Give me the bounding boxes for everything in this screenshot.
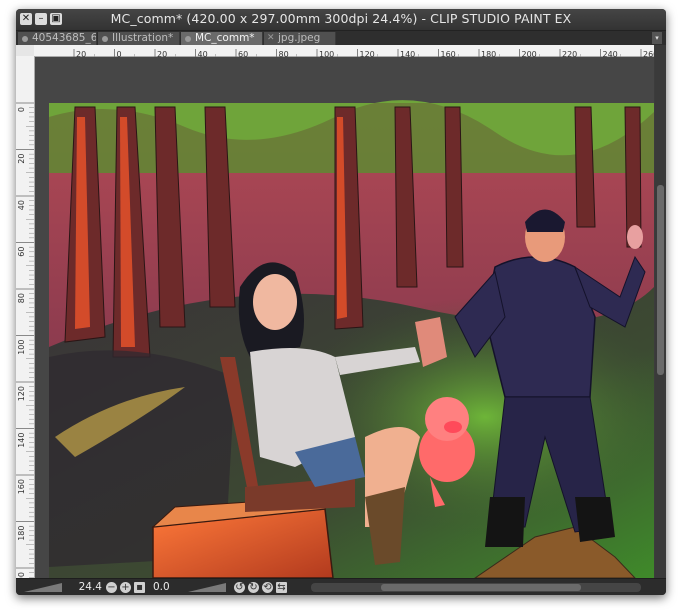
ruler-tick-label: 80 <box>17 293 26 303</box>
ruler-tick-label: 120 <box>17 386 26 401</box>
canvas-area[interactable] <box>35 57 654 578</box>
title-bar: ✕ – ▣ MC_comm* (420.00 x 297.00mm 300dpi… <box>16 9 666 31</box>
vertical-scroll-thumb[interactable] <box>657 185 664 375</box>
window-title: MC_comm* (420.00 x 297.00mm 300dpi 24.4%… <box>110 11 572 26</box>
ruler-tick-label: 100 <box>17 340 26 355</box>
rotate-right-icon[interactable]: ↻ <box>248 582 259 593</box>
artwork-canvas[interactable] <box>35 57 654 578</box>
horizontal-scrollbar[interactable] <box>311 583 641 592</box>
flip-icon[interactable]: ⇆ <box>276 582 287 593</box>
rotation-slider-icon[interactable] <box>186 579 230 595</box>
vertical-scrollbar[interactable] <box>655 45 666 578</box>
tab-modified-dot-icon <box>102 36 108 42</box>
tab-jpg-jpeg[interactable]: ✕ jpg.jpeg <box>264 32 336 45</box>
tab-40543685[interactable]: 40543685_6 <box>18 32 97 45</box>
horizontal-ruler: 20020406080100120140160180200220240260 <box>34 45 666 60</box>
tab-illustration[interactable]: Illustration* <box>98 32 180 45</box>
zoom-slider-icon[interactable] <box>22 579 66 595</box>
tab-list-dropdown-button[interactable]: ▾ <box>652 32 662 44</box>
ruler-tick-label: 40 <box>17 200 26 210</box>
rotation-value[interactable]: 0.0 <box>153 581 183 594</box>
tab-label: 40543685_6 <box>32 32 97 44</box>
reset-rotation-icon[interactable]: ⟲ <box>262 582 273 593</box>
ruler-tick-label: 20 <box>17 154 26 164</box>
app-window: ✕ – ▣ MC_comm* (420.00 x 297.00mm 300dpi… <box>16 9 666 595</box>
tab-mc-comm[interactable]: MC_comm* <box>181 32 263 45</box>
tab-label: jpg.jpeg <box>278 32 321 44</box>
ruler-tick-label: 160 <box>17 479 26 494</box>
vertical-ruler-scale: 020406080100120140160180200 <box>16 102 34 592</box>
tab-close-icon[interactable]: ✕ <box>267 32 275 45</box>
tab-label: MC_comm* <box>195 32 255 44</box>
horizontal-scroll-thumb[interactable] <box>381 584 581 591</box>
zoom-out-icon[interactable]: − <box>106 582 117 593</box>
ruler-tick-label: 180 <box>17 526 26 541</box>
tab-label: Illustration* <box>112 32 174 44</box>
ruler-tick-label: 0 <box>17 107 26 112</box>
fit-window-icon[interactable]: ▪ <box>134 582 145 593</box>
artwork-image <box>49 100 654 578</box>
zoom-value[interactable]: 24.4 <box>78 581 102 594</box>
rotate-left-icon[interactable]: ↺ <box>234 582 245 593</box>
tab-modified-dot-icon <box>22 36 28 42</box>
ruler-tick-label: 60 <box>17 247 26 257</box>
document-tab-bar: 40543685_6 Illustration* MC_comm* ✕ jpg.… <box>16 31 666 45</box>
zoom-in-icon[interactable]: + <box>120 582 131 593</box>
tab-modified-dot-icon <box>185 36 191 42</box>
ruler-corner <box>16 45 34 56</box>
vertical-ruler: 020406080100120140160180200 <box>16 56 35 592</box>
navigator-status-bar: 24.4 − + ▪ 0.0 ↺ ↻ ⟲ ⇆ <box>16 578 666 595</box>
ruler-tick-label: 140 <box>17 433 26 448</box>
